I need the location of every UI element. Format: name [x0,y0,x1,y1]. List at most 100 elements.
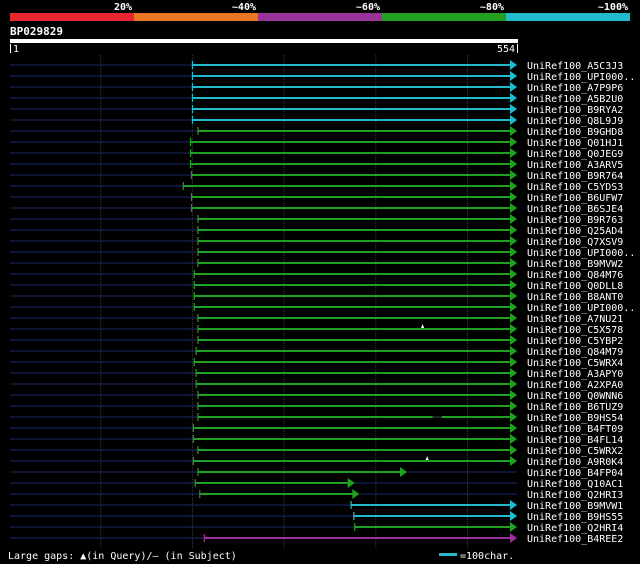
hit-label[interactable]: UniRef100_Q2HRI4 [527,523,623,534]
hit-arrow [510,258,517,268]
hit-label[interactable]: UniRef100_B6SJE4 [527,204,623,215]
hit-label[interactable]: UniRef100_A7P9P6 [527,83,623,94]
hit-label[interactable]: UniRef100_Q10AC1 [527,479,623,490]
scale-legend-bar [439,553,457,556]
hit-label[interactable]: UniRef100_B9R764 [527,171,623,182]
hit-label[interactable]: UniRef100_C5WRX2 [527,446,623,457]
hit-arrow [510,456,517,466]
hit-label[interactable]: UniRef100_A3ARV5 [527,160,623,171]
query-gap-marker [421,324,425,328]
scale-label: ~100% [598,2,628,13]
query-axis-start-tick [10,44,11,53]
scale-segment [258,13,382,21]
query-id: BP029829 [10,25,63,38]
hit-arrow [510,291,517,301]
hit-label[interactable]: UniRef100_UPI000.. [527,303,635,314]
hit-arrow [510,71,517,81]
hit-arrow [510,401,517,411]
hit-arrow [510,280,517,290]
hit-arrow [510,269,517,279]
grid-lines [100,55,468,548]
hit-arrow [352,489,360,499]
scale-legend-label: =100char. [460,551,514,562]
hit-arrow [510,335,517,345]
scale-label: 20% [114,2,132,13]
scale-label: ~40% [232,2,256,13]
scale-segment [506,13,630,21]
hit-arrow [510,159,517,169]
hit-label[interactable]: UniRef100_Q7XSV9 [527,237,623,248]
hit-arrow [510,247,517,257]
hit-arrow [510,225,517,235]
hit-arrow [510,137,517,147]
hit-label[interactable]: UniRef100_C5YBP2 [527,336,623,347]
hit-label[interactable]: UniRef100_Q2HRI3 [527,490,623,501]
hit-label[interactable]: UniRef100_Q0JEG9 [527,149,623,160]
hit-label[interactable]: UniRef100_B9HS54 [527,413,623,424]
hit-label[interactable]: UniRef100_Q0DLL8 [527,281,623,292]
hit-label[interactable]: UniRef100_B6UFW7 [527,193,623,204]
hit-arrow [399,467,407,477]
hit-arrow [510,533,517,543]
hit-arrow [510,511,517,521]
hit-arrow [510,500,517,510]
hit-label[interactable]: UniRef100_UPI000.. [527,248,635,259]
hit-rows: UniRef100_A5C3J3UniRef100_UPI000..UniRef… [10,60,635,545]
hit-label[interactable]: UniRef100_B9MVW1 [527,501,623,512]
hit-label[interactable]: UniRef100_B9HS55 [527,512,623,523]
hit-label[interactable]: UniRef100_B8ANT0 [527,292,623,303]
query-start-label: 1 [13,44,19,55]
hit-label[interactable]: UniRef100_B9R763 [527,215,623,226]
hit-arrow [510,357,517,367]
hit-label[interactable]: UniRef100_A7NU21 [527,314,623,325]
hit-arrow [510,346,517,356]
hit-label[interactable]: UniRef100_B4FP04 [527,468,623,479]
hit-arrow [510,390,517,400]
hit-arrow [510,368,517,378]
hit-label[interactable]: UniRef100_Q0WNN6 [527,391,623,402]
hit-arrow [510,302,517,312]
hit-arrow [510,445,517,455]
hit-arrow [510,214,517,224]
hit-label[interactable]: UniRef100_A5B2U0 [527,94,623,105]
hit-label[interactable]: UniRef100_Q01HJ1 [527,138,623,149]
hit-arrow [510,148,517,158]
hit-arrow [510,126,517,136]
hit-arrow [510,236,517,246]
hit-label[interactable]: UniRef100_B4FT09 [527,424,623,435]
hit-label[interactable]: UniRef100_Q84M76 [527,270,623,281]
hit-arrow [510,170,517,180]
scale-label: ~60% [356,2,380,13]
hit-label[interactable]: UniRef100_C5YDS3 [527,182,623,193]
hit-label[interactable]: UniRef100_C5WRX4 [527,358,623,369]
scale-segment [134,13,258,21]
hit-arrow [510,192,517,202]
hit-arrow [510,379,517,389]
hit-label[interactable]: UniRef100_UPI000.. [527,72,635,83]
hit-label[interactable]: UniRef100_C5X578 [527,325,623,336]
hit-label[interactable]: UniRef100_A3APY0 [527,369,623,380]
hit-arrow [510,82,517,92]
hit-arrow [510,203,517,213]
hit-label[interactable]: UniRef100_A2XPA0 [527,380,623,391]
hit-arrow [510,522,517,532]
query-bar [10,39,518,43]
scale-segment [382,13,506,21]
hit-label[interactable]: UniRef100_B9GHD8 [527,127,623,138]
hit-label[interactable]: UniRef100_B9MVW2 [527,259,623,270]
hit-label[interactable]: UniRef100_A5C3J3 [527,61,623,72]
hit-arrow [510,60,517,70]
hit-label[interactable]: UniRef100_B6TUZ9 [527,402,623,413]
hit-label[interactable]: UniRef100_B4REE2 [527,534,623,545]
hit-label[interactable]: UniRef100_Q84M79 [527,347,623,358]
hit-label[interactable]: UniRef100_B9RYA2 [527,105,623,116]
alignment-chart: 20% ~40% ~60% ~80% ~100% BP029829 1 554 UniR… [8,2,635,562]
identity-scale-bar: 20% ~40% ~60% ~80% ~100% [10,2,630,21]
hit-arrow [510,423,517,433]
hit-arrow [510,412,517,422]
hit-label[interactable]: UniRef100_Q25AD4 [527,226,623,237]
hit-label[interactable]: UniRef100_A9R0K4 [527,457,623,468]
hit-label[interactable]: UniRef100_Q8L9J9 [527,116,623,127]
hit-arrow [347,478,355,488]
hit-label[interactable]: UniRef100_B4FL14 [527,435,623,446]
